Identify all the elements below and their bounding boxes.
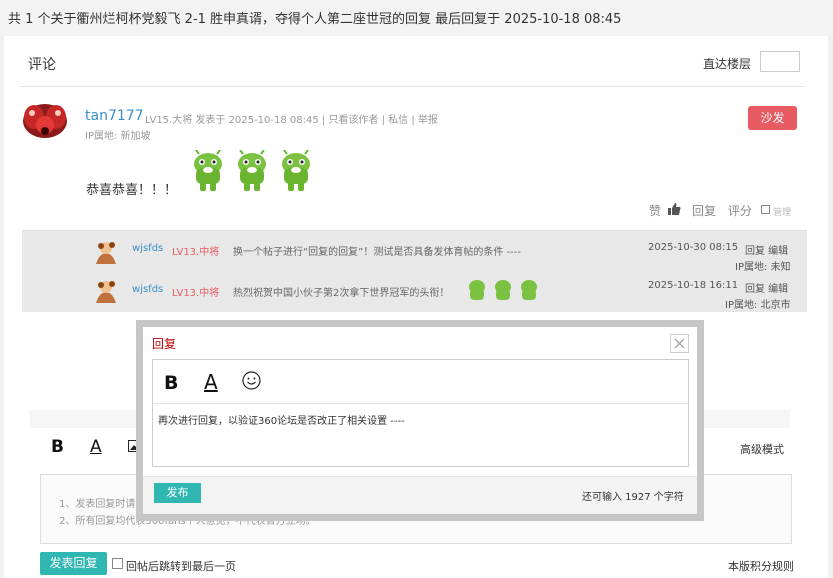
post-meta: LV15.大将 发表于 2025-10-18 08:45 | 只看该作者 | 私…	[145, 115, 438, 126]
tip-line: 1、发表回复时请	[59, 499, 136, 510]
android-sticker-icon	[469, 280, 537, 300]
reply-time: 2025-10-30 08:15	[648, 242, 739, 253]
char-count: 还可输入 1927 个字符	[582, 492, 684, 503]
android-sticker-icon	[238, 150, 266, 191]
dialog-bold-button[interactable]: B	[164, 372, 178, 394]
like-button[interactable]: 赞	[649, 202, 661, 219]
reply-level: LV13.中将	[172, 247, 220, 258]
close-button[interactable]	[670, 334, 689, 353]
reply-avatar[interactable]	[92, 277, 120, 305]
jump-floor-label: 直达楼层	[703, 57, 752, 71]
emoji-icon[interactable]	[242, 371, 261, 390]
reply-text: 热烈祝贺中国小伙子第2次拿下世界冠军的头衔！	[233, 288, 450, 299]
rules-link[interactable]: 本版积分规则	[728, 558, 794, 574]
dialog-toolbar	[153, 360, 688, 404]
bold-button[interactable]: B	[51, 437, 64, 457]
jump-floor-input[interactable]	[760, 51, 800, 72]
android-sticker-icon	[194, 150, 222, 191]
dialog-textarea[interactable]: 再次进行回复，以验证360论坛是否改正了相关设置 ----	[158, 412, 405, 427]
reply-time: 2025-10-18 16:11	[648, 280, 739, 291]
reply-username[interactable]: wjsfds	[132, 243, 163, 254]
post-username[interactable]: tan7177	[85, 108, 144, 124]
thread-title: 共 1 个关于衢州烂柯杯党毅飞 2-1 胜申真谞，夺得个人第二座世冠的回复 最后…	[8, 12, 622, 27]
sofa-badge: 沙发	[748, 106, 797, 130]
rate-button[interactable]: 评分	[728, 202, 752, 219]
thumbs-up-icon[interactable]	[667, 202, 681, 216]
reply-ip: IP属地: 未知	[735, 262, 791, 273]
post-reply-button[interactable]: 发表回复	[40, 552, 107, 575]
reply-links[interactable]: 回复 编辑	[745, 242, 788, 257]
jump-last-checkbox[interactable]	[112, 558, 123, 569]
reply-ip: IP属地: 北京市	[725, 300, 791, 311]
reply-avatar[interactable]	[92, 238, 120, 266]
like-label: 赞	[649, 204, 662, 218]
thread-header: 共 1 个关于衢州烂柯杯党毅飞 2-1 胜申真谞，夺得个人第二座世冠的回复 最后…	[0, 0, 833, 36]
jump-last-label: 回帖后跳转到最后一页	[126, 560, 236, 573]
post-content: 恭喜恭喜！！！	[86, 183, 178, 198]
advanced-mode-link[interactable]: 高级模式	[740, 441, 784, 457]
reply-button[interactable]: 回复	[692, 202, 716, 219]
reply-level: LV13.中将	[172, 288, 220, 299]
manage-checkbox[interactable]	[761, 205, 770, 214]
reply-text: 换一个帖子进行“回复的回复”！测试是否具备发体育帖的条件 ----	[233, 247, 521, 258]
reply-username[interactable]: wjsfds	[132, 284, 163, 295]
font-button[interactable]: A	[90, 437, 102, 457]
dialog-title: 回复	[152, 337, 177, 351]
comments-heading: 评论	[28, 57, 56, 73]
divider	[20, 86, 805, 87]
android-sticker-icon	[282, 150, 310, 191]
reply-links[interactable]: 回复 编辑	[745, 280, 788, 295]
close-icon	[674, 338, 685, 349]
manage-label: 管理	[773, 208, 792, 218]
publish-button[interactable]: 发布	[154, 483, 201, 503]
post-ip: IP属地: 新加坡	[85, 131, 151, 142]
dialog-font-button[interactable]: A	[204, 370, 218, 394]
user-avatar[interactable]	[20, 99, 70, 141]
